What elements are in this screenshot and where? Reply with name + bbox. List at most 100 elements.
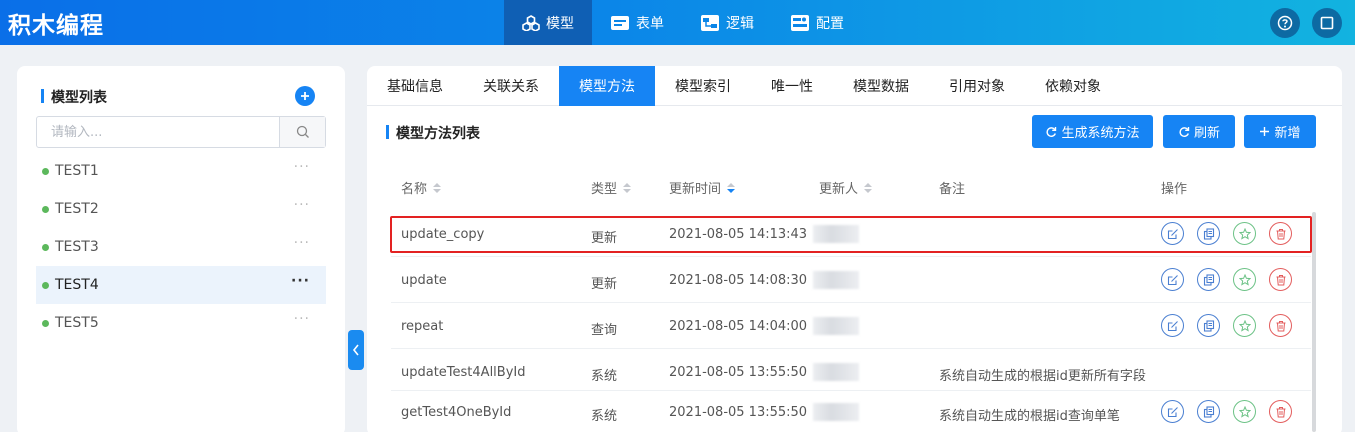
column-update-time[interactable]: 更新时间 <box>669 178 736 197</box>
trash-icon <box>1276 320 1285 331</box>
edit-button[interactable] <box>1161 222 1184 245</box>
more-icon[interactable]: ··· <box>294 160 310 174</box>
more-icon[interactable]: ··· <box>294 236 310 250</box>
row-actions <box>1161 222 1292 245</box>
model-item-test1[interactable]: TEST1 ··· <box>36 152 326 190</box>
publish-button[interactable] <box>1233 268 1256 291</box>
method-type: 系统 <box>591 409 618 424</box>
nav-item-model[interactable]: 模型 <box>504 0 592 45</box>
refresh-button[interactable]: 刷新 <box>1163 115 1235 148</box>
tab-references[interactable]: 引用对象 <box>929 66 1025 106</box>
status-dot <box>42 205 49 213</box>
updater-redacted <box>813 363 859 381</box>
model-list-panel: 模型列表 TEST1 ··· TEST2 ··· TEST3 ··· TEST4 ···… <box>17 66 345 432</box>
star-icon <box>1238 227 1251 240</box>
cubes-icon <box>522 14 540 31</box>
delete-button[interactable] <box>1269 222 1292 245</box>
copy-button[interactable] <box>1197 268 1220 291</box>
tab-model-data[interactable]: 模型数据 <box>833 66 929 106</box>
help-icon <box>1277 15 1293 31</box>
column-label: 更新人 <box>819 182 859 197</box>
app-logo: 积木编程 <box>8 13 104 39</box>
delete-button[interactable] <box>1269 314 1292 337</box>
publish-button[interactable] <box>1233 314 1256 337</box>
publish-button[interactable] <box>1233 400 1256 423</box>
model-label: TEST4 <box>55 277 99 293</box>
edit-icon <box>1167 406 1178 417</box>
generate-methods-button[interactable]: 生成系统方法 <box>1032 115 1153 148</box>
copy-button[interactable] <box>1197 314 1220 337</box>
model-item-test5[interactable]: TEST5 ··· <box>36 304 326 342</box>
column-actions: 操作 <box>1161 178 1187 197</box>
tab-basic-info[interactable]: 基础信息 <box>367 66 463 106</box>
trash-icon <box>1276 274 1285 285</box>
table-row: repeat 查询 2021-08-05 14:04:00 <box>391 305 1311 349</box>
copy-button[interactable] <box>1197 400 1220 423</box>
form-icon <box>611 15 629 30</box>
nav-item-form[interactable]: 表单 <box>592 0 682 45</box>
tab-dependencies[interactable]: 依赖对象 <box>1025 66 1121 106</box>
nav-item-logic[interactable]: 逻辑 <box>682 0 772 45</box>
column-label: 类型 <box>591 182 618 197</box>
copy-button[interactable] <box>1197 222 1220 245</box>
table-row: update_copy 更新 2021-08-05 14:13:43 <box>391 213 1311 257</box>
fullscreen-button[interactable] <box>1312 8 1342 38</box>
edit-button[interactable] <box>1161 400 1184 423</box>
search-input[interactable] <box>37 117 279 147</box>
model-label: TEST2 <box>55 201 99 217</box>
method-name: update <box>401 273 447 288</box>
method-type: 系统 <box>591 369 618 384</box>
method-note: 系统自动生成的根据id更新所有字段 <box>939 369 1146 384</box>
delete-button[interactable] <box>1269 268 1292 291</box>
updater-redacted <box>813 225 859 243</box>
tab-model-methods[interactable]: 模型方法 <box>559 66 655 106</box>
row-actions <box>1161 400 1292 423</box>
edit-button[interactable] <box>1161 314 1184 337</box>
refresh-icon <box>1046 126 1057 137</box>
add-model-button[interactable] <box>295 86 315 106</box>
search-icon <box>296 125 309 138</box>
table-scrollbar[interactable] <box>1312 212 1316 432</box>
table-row: updateTest4AllById 系统 2021-08-05 13:55:5… <box>391 351 1311 391</box>
help-button[interactable] <box>1270 8 1300 38</box>
status-dot <box>42 281 49 289</box>
model-list: TEST1 ··· TEST2 ··· TEST3 ··· TEST4 ··· TEST… <box>36 152 326 342</box>
tab-relations[interactable]: 关联关系 <box>463 66 559 106</box>
publish-button[interactable] <box>1233 222 1256 245</box>
config-icon <box>791 14 809 31</box>
model-item-test4[interactable]: TEST4 ··· <box>36 266 326 304</box>
delete-button[interactable] <box>1269 400 1292 423</box>
edit-icon <box>1167 274 1178 285</box>
plus-icon <box>301 92 309 100</box>
copy-icon <box>1203 227 1214 240</box>
model-list-title: 模型列表 <box>41 87 107 107</box>
column-name[interactable]: 名称 <box>401 178 442 197</box>
table-row: getTest4OneById 系统 2021-08-05 13:55:50 系… <box>391 391 1311 432</box>
model-label: TEST3 <box>55 239 99 255</box>
model-item-test2[interactable]: TEST2 ··· <box>36 190 326 228</box>
method-time: 2021-08-05 13:55:50 <box>669 405 808 420</box>
method-note: 系统自动生成的根据id查询单笔 <box>939 409 1120 424</box>
column-type[interactable]: 类型 <box>591 178 632 197</box>
square-icon <box>1320 16 1334 30</box>
model-label: TEST5 <box>55 315 99 331</box>
more-icon[interactable]: ··· <box>291 274 310 288</box>
collapse-sidebar-button[interactable] <box>348 330 364 370</box>
more-icon[interactable]: ··· <box>294 198 310 212</box>
more-icon[interactable]: ··· <box>294 312 310 326</box>
tab-uniqueness[interactable]: 唯一性 <box>751 66 833 106</box>
column-updater[interactable]: 更新人 <box>819 178 873 197</box>
column-label: 操作 <box>1161 182 1188 197</box>
updater-redacted <box>813 271 859 289</box>
edit-button[interactable] <box>1161 268 1184 291</box>
tab-model-index[interactable]: 模型索引 <box>655 66 751 106</box>
model-item-test3[interactable]: TEST3 ··· <box>36 228 326 266</box>
nav-item-config[interactable]: 配置 <box>772 0 862 45</box>
column-label: 名称 <box>401 182 428 197</box>
logic-icon <box>701 14 719 31</box>
search-button[interactable] <box>279 117 325 147</box>
nav-label: 表单 <box>636 15 664 32</box>
updater-redacted <box>813 403 859 421</box>
add-method-button[interactable]: 新增 <box>1244 115 1316 148</box>
generate-label: 生成系统方法 <box>1061 126 1140 141</box>
